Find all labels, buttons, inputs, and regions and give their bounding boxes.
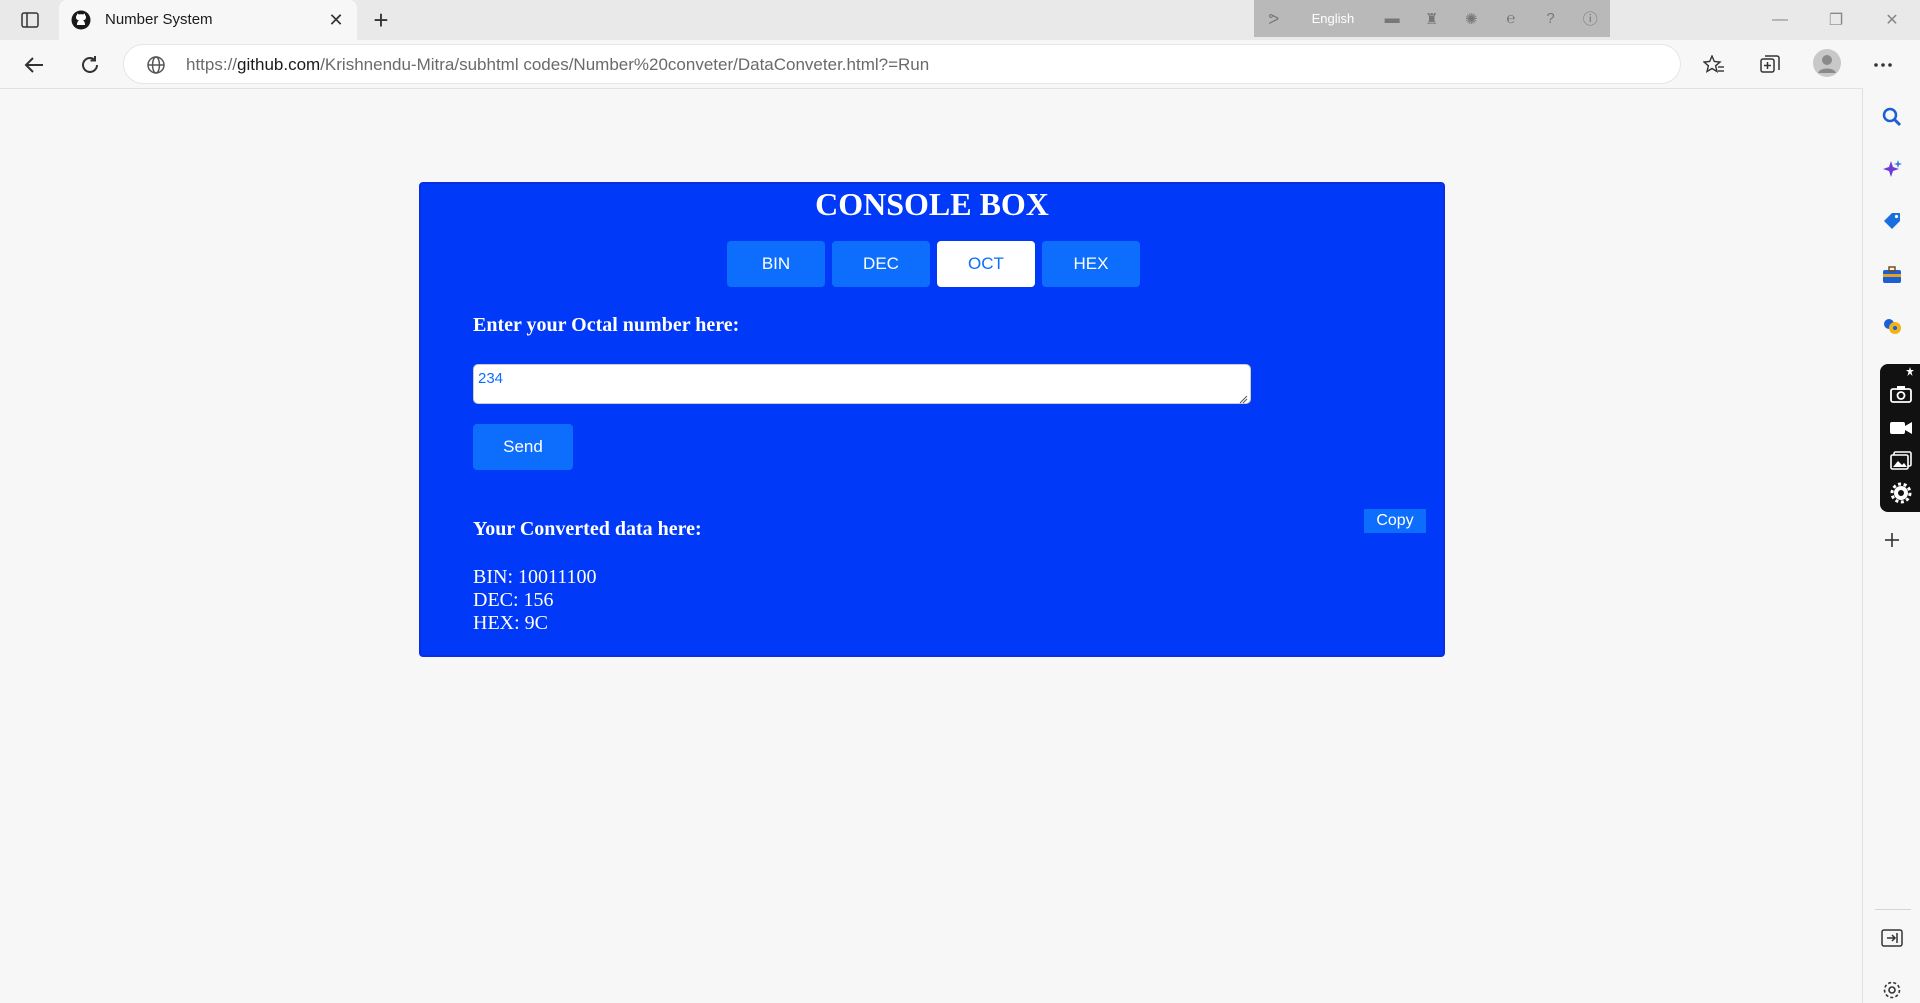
input-prompt: Enter your Octal number here:	[473, 314, 740, 336]
sidebar-settings-icon[interactable]	[1880, 978, 1904, 1002]
video-camera-icon[interactable]	[1889, 416, 1913, 440]
result-bin: BIN: 10011100	[473, 566, 597, 588]
result-hex: HEX: 9C	[473, 612, 548, 634]
result-title: Your Converted data here:	[473, 518, 702, 540]
number-input[interactable]: 234	[473, 364, 1251, 404]
edge-sidebar	[1862, 88, 1920, 1003]
tab-oct[interactable]: OCT	[937, 241, 1035, 287]
collections-icon[interactable]	[1755, 50, 1785, 80]
result-dec: DEC: 156	[473, 589, 554, 611]
new-tab-icon[interactable]: +	[368, 7, 394, 34]
gallery-icon[interactable]	[1889, 449, 1913, 473]
games-icon[interactable]	[1880, 314, 1904, 338]
camera-icon[interactable]	[1889, 382, 1913, 406]
browser-tab[interactable]: Number System ✕	[59, 0, 357, 40]
tab-title: Number System	[105, 11, 213, 28]
favorites-icon[interactable]	[1699, 50, 1729, 80]
ime-language[interactable]: English	[1312, 11, 1355, 26]
url-text: https://github.com/Krishnendu-Mitra/subh…	[186, 55, 929, 75]
address-toolbar: https://github.com/Krishnendu-Mitra/subh…	[0, 40, 1920, 89]
send-button[interactable]: Send	[473, 424, 573, 470]
keyboard-icon[interactable]: ▬	[1381, 8, 1403, 30]
help-icon[interactable]: ?	[1540, 8, 1562, 30]
console-box: CONSOLE BOX BIN DEC OCT HEX Enter your O…	[419, 182, 1445, 657]
minimize-icon[interactable]: —	[1752, 0, 1808, 40]
ime-logo-icon[interactable]: ᕗ	[1263, 8, 1285, 30]
close-tab-icon[interactable]: ✕	[325, 9, 347, 31]
profile-avatar-icon[interactable]	[1812, 48, 1842, 78]
ie-icon[interactable]: ℮	[1500, 8, 1522, 30]
hide-sidebar-icon[interactable]	[1880, 926, 1904, 950]
github-icon	[71, 10, 91, 30]
results-list: BIN: 10011100 DEC: 156 HEX: 9C	[473, 566, 597, 635]
window-controls: — ❐ ✕	[1752, 0, 1920, 40]
info-icon[interactable]: ⓘ	[1579, 8, 1601, 30]
tab-hex[interactable]: HEX	[1042, 241, 1140, 287]
browser-tab-bar: Number System ✕ + ᕗ English ▬ ♜ ✺ ℮ ? ⓘ …	[0, 0, 1920, 40]
capture-settings-icon[interactable]	[1889, 481, 1913, 505]
globe-icon	[146, 55, 166, 75]
sidebar-divider	[1875, 909, 1911, 910]
search-icon[interactable]	[1880, 105, 1904, 129]
copy-button[interactable]: Copy	[1364, 509, 1426, 533]
restore-icon[interactable]: ❐	[1808, 0, 1864, 40]
tab-actions-icon[interactable]	[14, 8, 46, 32]
more-options-icon[interactable]	[1868, 50, 1898, 80]
settings-icon[interactable]: ✺	[1461, 8, 1483, 30]
refresh-icon[interactable]	[77, 52, 103, 78]
base-tabs: BIN DEC OCT HEX	[727, 241, 1147, 287]
copilot-sparkle-icon[interactable]	[1880, 158, 1904, 182]
shopping-tag-icon[interactable]	[1880, 209, 1904, 233]
back-icon[interactable]	[21, 52, 47, 78]
console-title: CONSOLE BOX	[815, 186, 1049, 222]
url-scheme: https://	[186, 55, 238, 74]
tab-bin[interactable]: BIN	[727, 241, 825, 287]
number-input-value: 234	[478, 370, 504, 387]
url-field[interactable]: https://github.com/Krishnendu-Mitra/subh…	[124, 45, 1680, 83]
url-path: /Krishnendu-Mitra/subhtml codes/Number%2…	[320, 55, 930, 74]
add-sidebar-app-icon[interactable]	[1880, 528, 1904, 552]
tools-briefcase-icon[interactable]	[1880, 263, 1904, 287]
url-host: github.com	[237, 55, 321, 74]
ime-toolbar: ᕗ English ▬ ♜ ✺ ℮ ? ⓘ	[1254, 0, 1610, 37]
pin-icon[interactable]	[1904, 366, 1916, 378]
tab-dec[interactable]: DEC	[832, 241, 930, 287]
resize-grip-icon[interactable]	[1238, 391, 1248, 404]
close-window-icon[interactable]: ✕	[1864, 0, 1920, 40]
brush-icon[interactable]: ♜	[1421, 8, 1443, 30]
capture-toolbar	[1880, 364, 1920, 512]
